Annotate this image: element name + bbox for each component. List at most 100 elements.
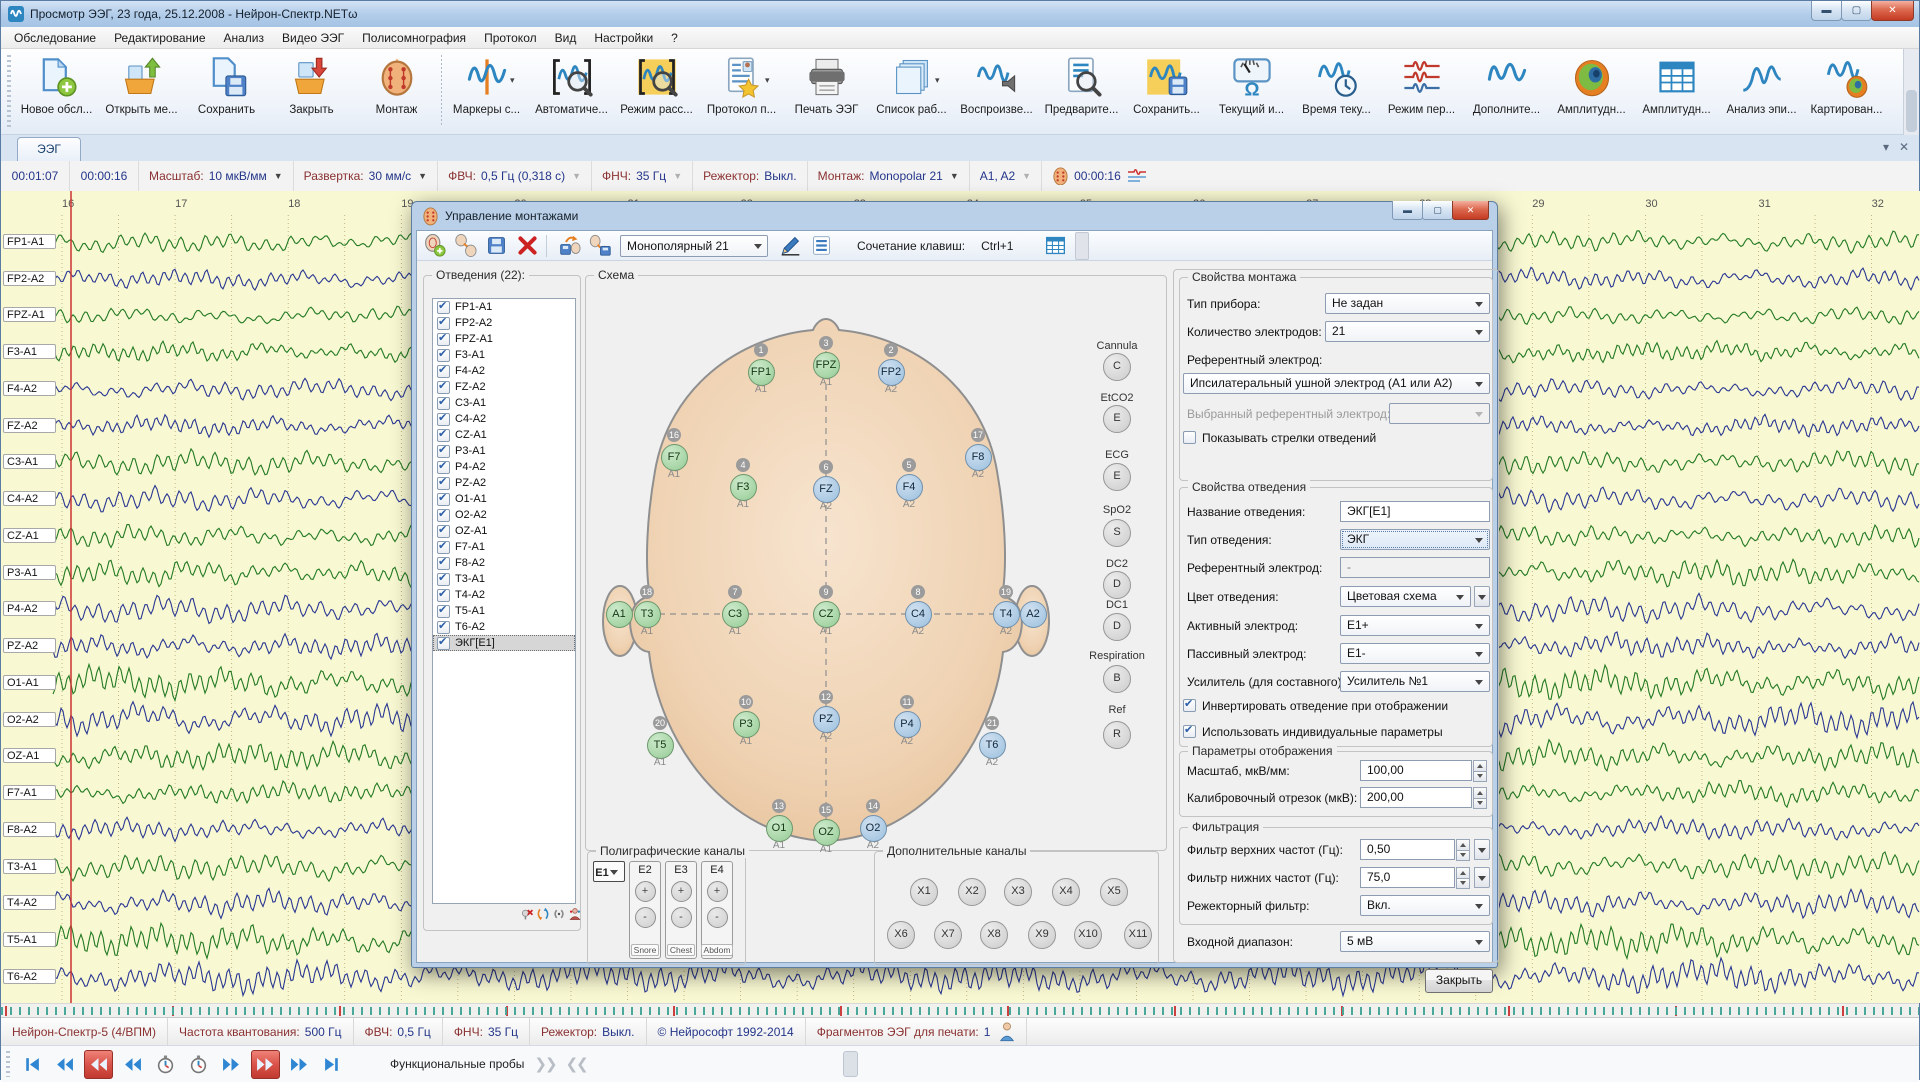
lead-checkbox[interactable] xyxy=(437,333,450,346)
lead-checkbox[interactable] xyxy=(437,429,450,442)
electrode-FP1[interactable]: FP11A1 xyxy=(748,359,775,386)
poly-channel-E3[interactable]: E3+-Chest xyxy=(665,861,697,959)
channel-label-T4-A2[interactable]: T4-A2 xyxy=(3,895,56,910)
montage-table-button[interactable] xyxy=(1041,233,1069,259)
toolbar-button-11[interactable]: Воспроизве... xyxy=(954,51,1039,131)
menu-item-0[interactable]: Обследование xyxy=(5,27,105,49)
channel-label-T5-A1[interactable]: T5-A1 xyxy=(3,932,56,947)
electrode-FPZ[interactable]: FPZ3A1 xyxy=(813,352,840,379)
extra-channel-SpO2[interactable]: S xyxy=(1103,519,1131,547)
toolbar-button-18[interactable]: Амплитудн... xyxy=(1549,51,1634,131)
toolbar-button-6[interactable]: Автоматиче... xyxy=(529,51,614,131)
menu-item-2[interactable]: Анализ xyxy=(215,27,274,49)
toolbar-button-4[interactable]: Монтаж xyxy=(354,51,439,131)
swap-leads-icon[interactable] xyxy=(552,907,566,926)
electrode-C3[interactable]: C37A1 xyxy=(722,601,749,628)
lead-checkbox[interactable] xyxy=(437,397,450,410)
channel-label-FZ-A2[interactable]: FZ-A2 xyxy=(3,418,56,433)
lead-item-C3-A1[interactable]: C3-A1 xyxy=(433,395,575,411)
electrode-CZ[interactable]: CZ9A1 xyxy=(813,601,840,628)
calib-input[interactable]: 200,00 xyxy=(1360,787,1472,808)
scale-spinner[interactable] xyxy=(1473,760,1487,781)
hpf-spinner[interactable] xyxy=(1456,839,1470,860)
lead-checkbox[interactable] xyxy=(437,317,450,330)
save-montage-button[interactable] xyxy=(482,233,510,259)
electrode-P3[interactable]: P310A1 xyxy=(733,711,760,738)
menu-item-1[interactable]: Редактирование xyxy=(105,27,214,49)
channel-label-PZ-A2[interactable]: PZ-A2 xyxy=(3,638,56,653)
playback-timer-button-5[interactable] xyxy=(185,1051,212,1078)
toolbar-button-2[interactable]: Сохранить xyxy=(184,51,269,131)
settings-field-6[interactable]: A1, A2▼ xyxy=(970,161,1042,191)
rename-montage-button[interactable] xyxy=(776,233,804,259)
functional-test-nav-1[interactable]: ❮❮ xyxy=(566,1055,587,1073)
electrode-PZ[interactable]: PZ12A2 xyxy=(813,706,840,733)
playback-ff-button-7[interactable] xyxy=(251,1050,280,1079)
dialog-maximize-button[interactable]: ▢ xyxy=(1422,201,1453,220)
channel-label-O2-A2[interactable]: O2-A2 xyxy=(3,712,56,727)
electrode-T6[interactable]: T621A2 xyxy=(979,732,1006,759)
menu-item-6[interactable]: Вид xyxy=(546,27,586,49)
menu-item-7[interactable]: Настройки xyxy=(585,27,662,49)
toolbar-button-12[interactable]: Предварите... xyxy=(1039,51,1124,131)
channel-label-FPZ-A1[interactable]: FPZ-A1 xyxy=(3,307,56,322)
additional-channel-X5[interactable]: X5 xyxy=(1100,878,1128,906)
individual-params-checkbox[interactable] xyxy=(1183,725,1196,738)
minimize-button[interactable]: ▬ xyxy=(1811,1,1842,21)
playback-skip-start-button-0[interactable] xyxy=(18,1051,45,1078)
dropdown-arrow-icon[interactable]: ▾ xyxy=(765,75,770,86)
electrode-T3[interactable]: T318A1 xyxy=(634,601,661,628)
extra-channel-DC1[interactable]: D xyxy=(1103,613,1131,641)
channel-label-P3-A1[interactable]: P3-A1 xyxy=(3,565,56,580)
channel-label-CZ-A1[interactable]: CZ-A1 xyxy=(3,528,56,543)
additional-channel-X4[interactable]: X4 xyxy=(1052,878,1080,906)
lead-item-T6-A2[interactable]: T6-A2 xyxy=(433,619,575,635)
electrode-F4[interactable]: F45A2 xyxy=(896,474,923,501)
toolbar-button-0[interactable]: Новое обсл... xyxy=(14,51,99,131)
toolbar-button-15[interactable]: Время теку... xyxy=(1294,51,1379,131)
lead-checkbox[interactable] xyxy=(437,621,450,634)
leads-list[interactable]: FP1-A1FP2-A2FPZ-A1F3-A1F4-A2FZ-A2C3-A1C4… xyxy=(432,298,576,904)
lpf-spinner[interactable] xyxy=(1456,867,1470,888)
lpf-dropdown-button[interactable] xyxy=(1474,867,1490,888)
close-button[interactable]: ✕ xyxy=(1871,1,1914,21)
export-montage-button[interactable] xyxy=(586,233,614,259)
lead-item-T3-A1[interactable]: T3-A1 xyxy=(433,571,575,587)
toolbar-button-13[interactable]: Сохранить... xyxy=(1124,51,1209,131)
fragment-bar[interactable] xyxy=(1,1003,1919,1018)
lead-item-C4-A2[interactable]: C4-A2 xyxy=(433,411,575,427)
lead-checkbox[interactable] xyxy=(437,413,450,426)
playback-rew-button-2[interactable] xyxy=(84,1050,113,1079)
lead-item-PZ-A2[interactable]: PZ-A2 xyxy=(433,475,575,491)
tab-close-icon[interactable]: ✕ xyxy=(1899,140,1909,154)
channel-label-P4-A2[interactable]: P4-A2 xyxy=(3,601,56,616)
lead-checkbox[interactable] xyxy=(437,445,450,458)
settings-field-5[interactable]: Монтаж:Monopolar 21▼ xyxy=(808,161,970,191)
electrode-F3[interactable]: F34A1 xyxy=(730,474,757,501)
playback-rew-button-1[interactable] xyxy=(51,1051,78,1078)
lead-item-OZ-A1[interactable]: OZ-A1 xyxy=(433,523,575,539)
electrode-A1[interactable]: A1 xyxy=(606,601,633,628)
device-type-select[interactable]: Не задан xyxy=(1325,293,1490,314)
lead-checkbox[interactable] xyxy=(437,637,450,650)
lead-checkbox[interactable] xyxy=(437,493,450,506)
lead-color-select[interactable]: Цветовая схема xyxy=(1340,586,1471,607)
lead-item-F4-A2[interactable]: F4-A2 xyxy=(433,363,575,379)
additional-channel-X6[interactable]: X6 xyxy=(887,921,915,949)
lead-checkbox[interactable] xyxy=(437,557,450,570)
additional-channel-X3[interactable]: X3 xyxy=(1004,878,1032,906)
calib-spinner[interactable] xyxy=(1473,787,1487,808)
settings-field-1[interactable]: Развертка:30 мм/с▼ xyxy=(294,161,438,191)
lead-item-P4-A2[interactable]: P4-A2 xyxy=(433,459,575,475)
menu-item-3[interactable]: Видео ЭЭГ xyxy=(273,27,353,49)
electrode-OZ[interactable]: OZ15A1 xyxy=(813,819,840,846)
toolbar-button-1[interactable]: Открыть ме... xyxy=(99,51,184,131)
settings-field-3[interactable]: ФНЧ:35 Гц▼ xyxy=(592,161,693,191)
lead-checkbox[interactable] xyxy=(437,605,450,618)
toolbar-button-20[interactable]: Анализ эпи... xyxy=(1719,51,1804,131)
toolbar-button-9[interactable]: Печать ЭЭГ xyxy=(784,51,869,131)
lead-color-dropdown-button[interactable] xyxy=(1474,586,1490,607)
notch-select[interactable]: Вкл. xyxy=(1360,895,1490,916)
extra-channel-Ref[interactable]: R xyxy=(1103,721,1131,749)
new-montage-button[interactable] xyxy=(420,233,448,259)
